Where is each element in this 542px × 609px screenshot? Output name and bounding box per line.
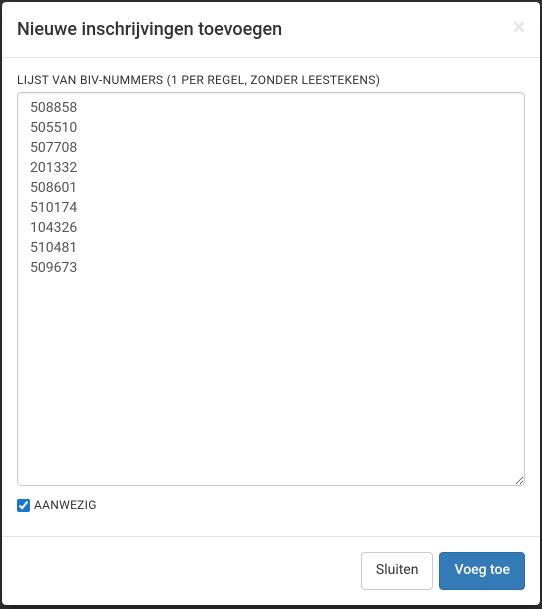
biv-list-label: LIJST VAN BIV-NUMMERS (1 PER REGEL, ZOND… [17, 73, 525, 87]
submit-button[interactable]: Voeg toe [439, 552, 525, 590]
modal-dialog: Nieuwe inschrijvingen toevoegen × LIJST … [2, 2, 540, 605]
close-button[interactable]: × [513, 17, 525, 38]
modal-footer: Sluiten Voeg toe [2, 536, 540, 605]
modal-body: LIJST VAN BIV-NUMMERS (1 PER REGEL, ZOND… [2, 58, 540, 536]
modal-title: Nieuwe inschrijvingen toevoegen [17, 17, 282, 42]
modal-header: Nieuwe inschrijvingen toevoegen × [2, 2, 540, 58]
present-checkbox-label: AANWEZIG [34, 498, 97, 512]
present-checkbox-row: AANWEZIG [17, 498, 525, 512]
present-checkbox[interactable] [17, 499, 30, 512]
biv-list-textarea[interactable] [17, 92, 525, 486]
cancel-button[interactable]: Sluiten [361, 552, 434, 590]
